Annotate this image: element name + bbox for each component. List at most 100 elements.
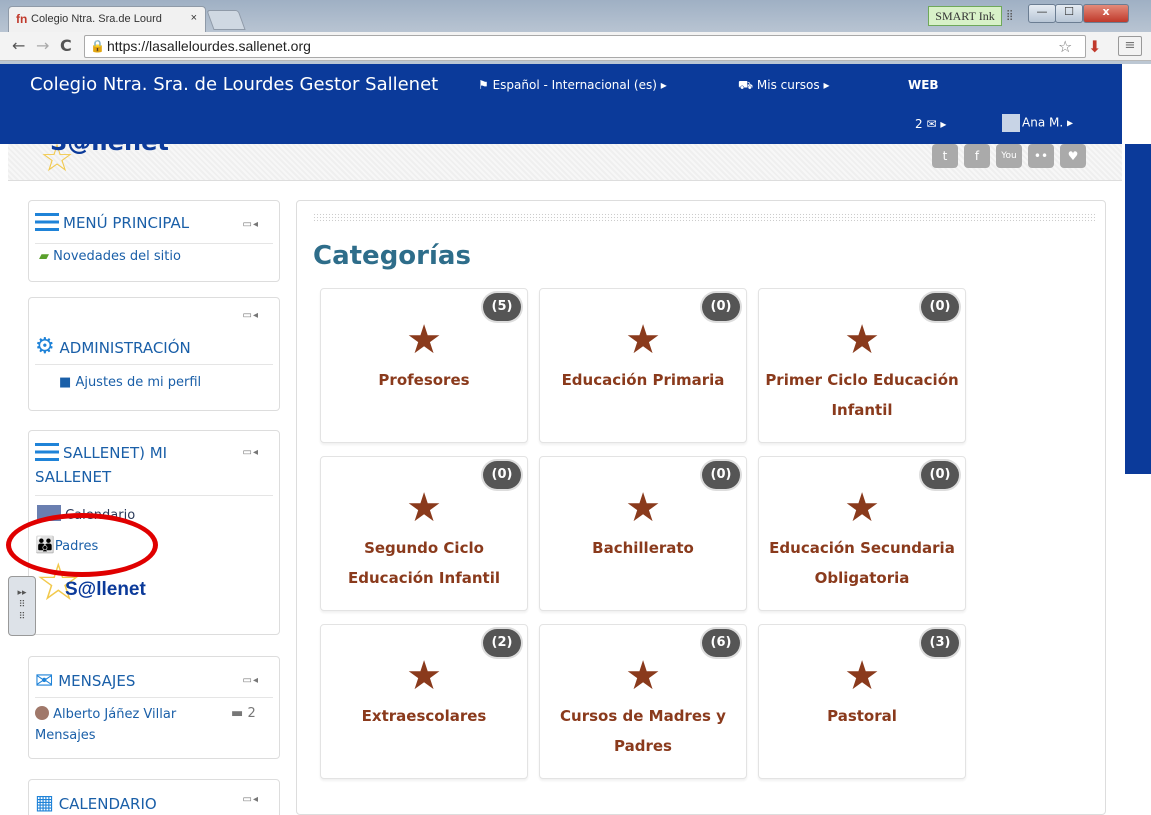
maximize-button[interactable]: ☐ — [1055, 4, 1083, 23]
site-brand[interactable]: Colegio Ntra. Sra. de Lourdes Gestor Sal… — [30, 74, 438, 95]
admin-item-profile-settings[interactable]: ■ Ajustes de mi perfil — [59, 375, 201, 390]
sallenet-logo[interactable]: S@llenet — [65, 579, 146, 601]
reload-icon[interactable]: C — [60, 36, 72, 55]
smart-ink-button[interactable]: SMART Ink — [928, 6, 1002, 26]
category-name[interactable]: Educación Primaria — [546, 365, 740, 395]
category-name[interactable]: Bachillerato — [546, 533, 740, 563]
close-window-button[interactable]: x — [1083, 4, 1129, 23]
hamburger-icon — [35, 443, 59, 461]
side-scroll-bar — [1125, 144, 1151, 474]
star-icon: ★ — [406, 485, 442, 531]
annotation-circle — [6, 513, 158, 577]
browser-toolbar: ← → C 🔒 https://lasallelourdes.sallenet.… — [0, 32, 1151, 61]
block-controls-icon[interactable]: ▭◂ — [243, 310, 259, 321]
block-title: ✉ MENSAJES — [35, 669, 136, 694]
folder-icon: ■ — [59, 375, 72, 390]
browser-tab[interactable]: fn Colegio Ntra. Sra.de Lourd × — [8, 6, 206, 32]
star-icon: ★ — [625, 317, 661, 363]
star-icon: ★ — [625, 485, 661, 531]
category-card[interactable]: (0) ★ Educación Secundaria Obligatoria — [758, 456, 966, 611]
menu-item-site-news[interactable]: ▰ Novedades del sitio — [39, 249, 181, 264]
category-card[interactable]: (0) ★ Educación Primaria — [539, 288, 747, 443]
comment-icon: ▬ — [231, 706, 244, 721]
category-name[interactable]: Segundo Ciclo Educación Infantil — [327, 533, 521, 593]
category-card[interactable]: (3) ★ Pastoral — [758, 624, 966, 779]
star-icon: ★ — [844, 653, 880, 699]
new-tab-button[interactable] — [206, 10, 246, 30]
dotted-divider — [313, 213, 1095, 223]
star-icon: ★ — [406, 317, 442, 363]
messages-menu[interactable]: 2 ✉ ▸ — [915, 117, 946, 131]
youtube-icon[interactable]: You — [996, 144, 1022, 168]
news-icon: ▰ — [39, 249, 49, 264]
sender-avatar — [35, 706, 49, 720]
block-title: SALLENET) MI SALLENET — [35, 443, 168, 486]
dock-handle[interactable]: ▸▸ ⠿ ⠿ — [8, 576, 36, 636]
facebook-icon[interactable]: f — [964, 144, 990, 168]
star-icon: ★ — [406, 653, 442, 699]
tab-close-icon[interactable]: × — [191, 12, 197, 24]
star-icon: ★ — [625, 653, 661, 699]
extension-icon[interactable]: ⬇ — [1088, 37, 1101, 56]
site-navbar: Colegio Ntra. Sra. de Lourdes Gestor Sal… — [0, 64, 1122, 144]
category-card[interactable]: (0) ★ Primer Ciclo Educación Infantil — [758, 288, 966, 443]
calendar-icon: ▦ — [35, 790, 54, 814]
back-icon[interactable]: ← — [12, 36, 25, 55]
gears-icon: ⚙ — [35, 334, 55, 359]
block-controls-icon[interactable]: ▭◂ — [243, 794, 259, 805]
header-logo[interactable]: S@llenet — [50, 144, 169, 156]
avatar — [1002, 114, 1020, 132]
chrome-menu-icon[interactable]: ≡ — [1118, 36, 1142, 56]
page-header: ☆ S@llenet t f You •• ♥ — [8, 144, 1122, 181]
category-card[interactable]: (0) ★ Segundo Ciclo Educación Infantil — [320, 456, 528, 611]
main-content: Categorías (5) ★ Profesores (0) ★ Educac… — [296, 200, 1106, 815]
page-title: Categorías — [313, 241, 471, 271]
block-controls-icon[interactable]: ▭◂ — [243, 219, 259, 230]
social-heart-icon[interactable]: ♥ — [1060, 144, 1086, 168]
category-card[interactable]: (0) ★ Bachillerato — [539, 456, 747, 611]
block-messages: ✉ MENSAJES ▭◂ Alberto Jáñez Villar ▬ 2 M… — [28, 656, 280, 759]
twitter-icon[interactable]: t — [932, 144, 958, 168]
url-text: https://lasallelourdes.sallenet.org — [107, 38, 311, 54]
star-icon: ★ — [844, 317, 880, 363]
user-name: Ana M. ▸ — [1022, 115, 1073, 130]
user-menu[interactable]: Ana M. ▸ — [1002, 114, 1073, 132]
category-name[interactable]: Extraescolares — [327, 701, 521, 731]
block-title: ⚙ ADMINISTRACIÓN — [35, 334, 191, 359]
hamburger-icon — [35, 213, 59, 231]
lock-icon: 🔒 — [90, 39, 105, 53]
browser-window: fn Colegio Ntra. Sra.de Lourd × SMART In… — [0, 0, 1151, 64]
envelope-icon: ✉ — [35, 669, 54, 694]
web-link[interactable]: WEB — [908, 78, 939, 92]
language-menu[interactable]: ⚑ Español - Internacional (es) ▸ — [478, 78, 667, 92]
category-card[interactable]: (5) ★ Profesores — [320, 288, 528, 443]
category-card[interactable]: (2) ★ Extraescolares — [320, 624, 528, 779]
block-administration: ▭◂ ⚙ ADMINISTRACIÓN ■ Ajustes de mi perf… — [28, 297, 280, 411]
star-icon: ★ — [844, 485, 880, 531]
block-controls-icon[interactable]: ▭◂ — [243, 675, 259, 686]
flickr-icon[interactable]: •• — [1028, 144, 1054, 168]
block-calendar: ▦ CALENDARIO ▭◂ — [28, 779, 280, 815]
tab-title: Colegio Ntra. Sra.de Lourd — [31, 13, 162, 25]
forward-icon[interactable]: → — [36, 36, 49, 55]
category-name[interactable]: Educación Secundaria Obligatoria — [765, 533, 959, 593]
category-name[interactable]: Pastoral — [765, 701, 959, 731]
message-count: ▬ 2 — [231, 706, 256, 721]
category-name[interactable]: Primer Ciclo Educación Infantil — [765, 365, 959, 425]
category-card[interactable]: (6) ★ Cursos de Madres y Padres — [539, 624, 747, 779]
address-bar[interactable]: 🔒 https://lasallelourdes.sallenet.org — [84, 35, 1086, 58]
block-main-menu: MENÚ PRINCIPAL ▭◂ ▰ Novedades del sitio — [28, 200, 280, 282]
message-sender[interactable]: Alberto Jáñez Villar — [35, 706, 176, 722]
messages-link[interactable]: Mensajes — [35, 728, 96, 743]
minimize-button[interactable]: — — [1028, 4, 1056, 23]
block-controls-icon[interactable]: ▭◂ — [243, 447, 259, 458]
grip-icon: ⣿ — [1006, 10, 1014, 21]
block-title: MENÚ PRINCIPAL — [35, 213, 189, 232]
block-title: ▦ CALENDARIO — [35, 790, 157, 814]
tab-strip: fn Colegio Ntra. Sra.de Lourd × SMART In… — [0, 0, 1151, 32]
category-name[interactable]: Cursos de Madres y Padres — [546, 701, 740, 761]
favicon-icon: fn — [16, 12, 28, 26]
category-name[interactable]: Profesores — [327, 365, 521, 395]
my-courses-menu[interactable]: ⛟ Mis cursos ▸ — [738, 78, 830, 94]
bookmark-star-icon[interactable]: ☆ — [1058, 37, 1072, 56]
